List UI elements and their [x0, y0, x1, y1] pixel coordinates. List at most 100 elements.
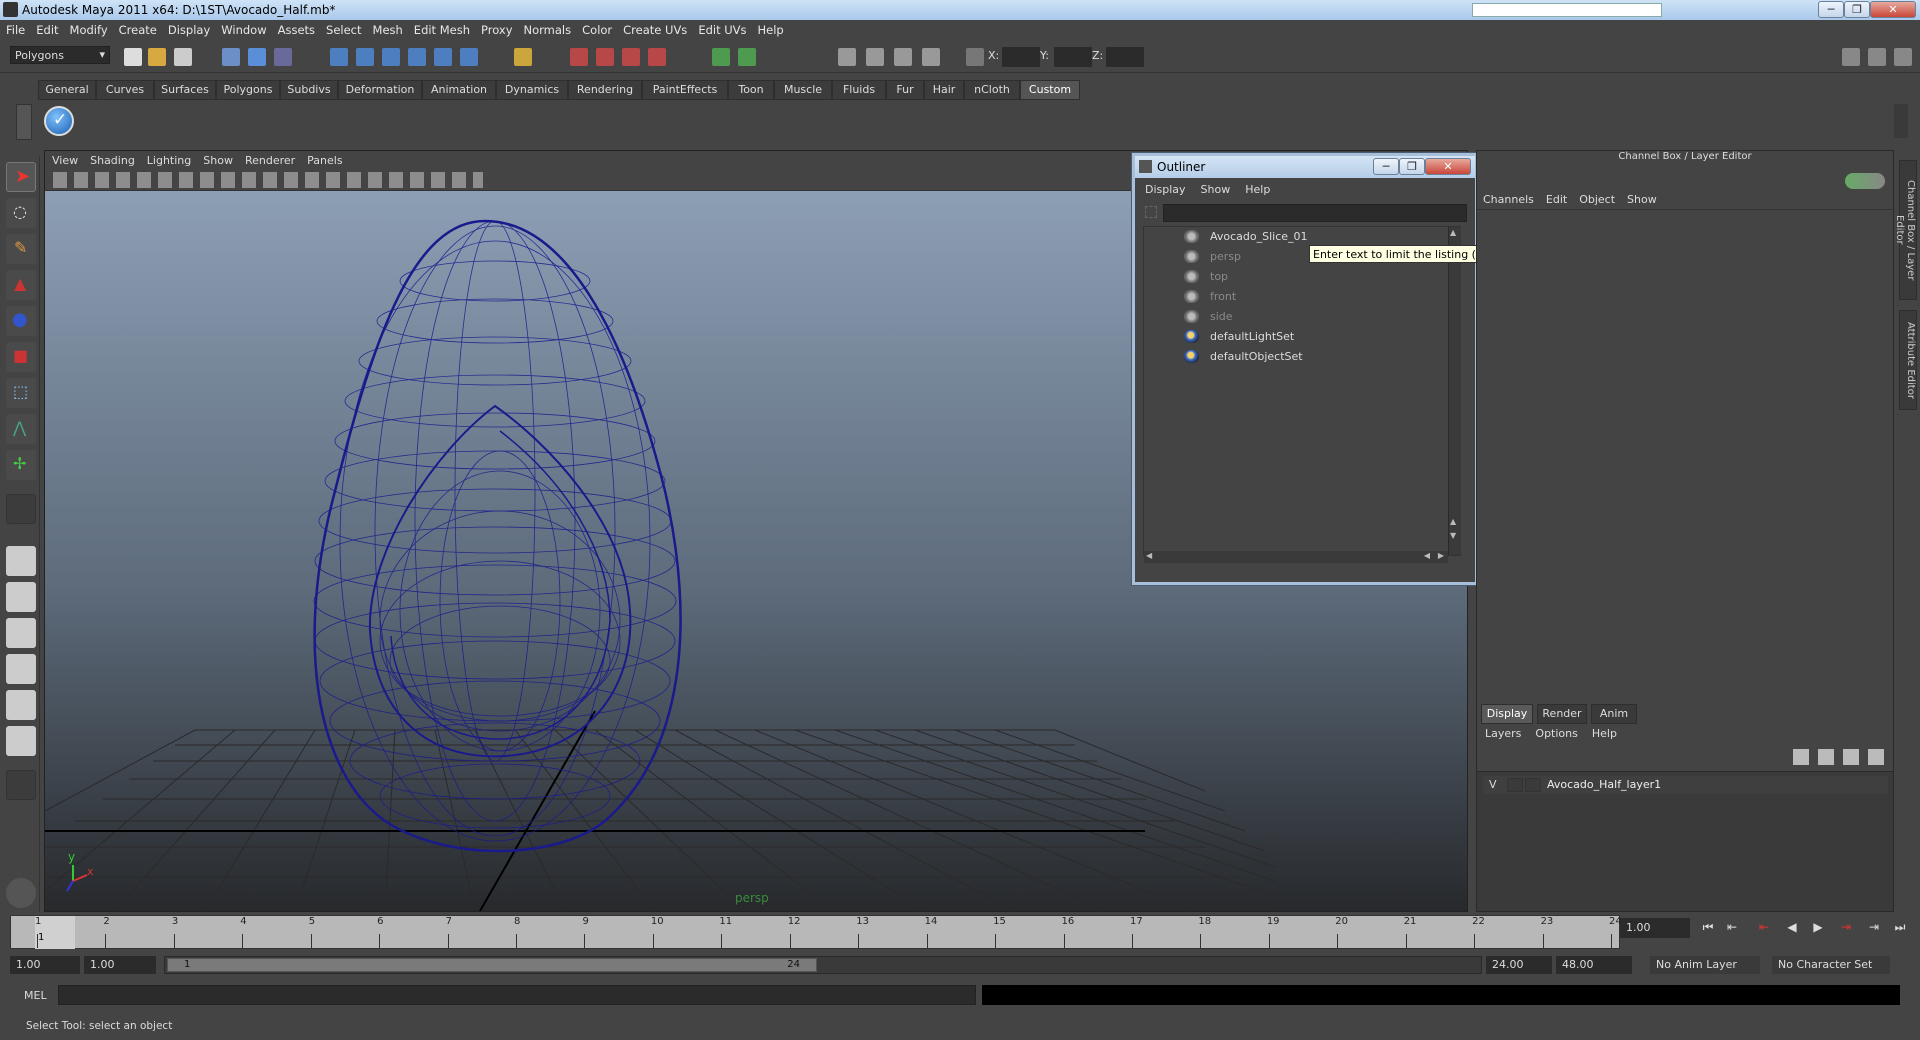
cb-menu-object[interactable]: Object	[1573, 191, 1621, 206]
shelf-tab-fluids[interactable]: Fluids	[832, 80, 886, 100]
cb-menu-show[interactable]: Show	[1621, 191, 1663, 206]
shelf-tab-ncloth[interactable]: nCloth	[964, 80, 1020, 100]
shelf-tab-fur[interactable]: Fur	[886, 80, 924, 100]
menu-file[interactable]: File	[0, 20, 30, 37]
select-object-icon[interactable]	[248, 48, 266, 66]
step-forward-key-icon[interactable]: ⇥	[1836, 920, 1856, 938]
layer-menu-options[interactable]: Options	[1527, 724, 1583, 740]
vp-menu-renderer[interactable]: Renderer	[238, 151, 300, 167]
input-ops-icon[interactable]	[514, 48, 532, 66]
transform-mode-icon[interactable]	[712, 48, 730, 66]
save-scene-icon[interactable]	[174, 48, 192, 66]
menu-mesh[interactable]: Mesh	[367, 20, 408, 37]
check-icon[interactable]	[44, 106, 74, 136]
layer-menu-help[interactable]: Help	[1584, 724, 1623, 740]
snap-surface-icon[interactable]	[434, 48, 452, 66]
ol-menu-display[interactable]: Display	[1135, 180, 1191, 196]
snap-live-icon[interactable]	[460, 48, 478, 66]
layer-color-swatch[interactable]	[1525, 778, 1541, 792]
scroll-down-icon[interactable]: ▼	[1450, 531, 1460, 541]
scale-tool-icon[interactable]: ■	[6, 342, 36, 372]
layer-tool-icons[interactable]	[1793, 749, 1885, 765]
scroll-left-icon[interactable]: ◀	[1424, 551, 1430, 560]
layer-visibility-toggle[interactable]: V	[1489, 778, 1497, 791]
tab-render[interactable]: Render	[1537, 704, 1587, 724]
single-perspective-layout-icon[interactable]	[6, 546, 36, 576]
render-globals-icon[interactable]	[922, 48, 940, 66]
outliner-horizontal-scrollbar[interactable]: ◀ ◀ ▶	[1144, 551, 1448, 563]
go-to-end-icon[interactable]: ⏭	[1890, 920, 1910, 938]
character-set-select[interactable]: No Character Set	[1772, 956, 1890, 974]
layer-type-toggle[interactable]	[1507, 778, 1523, 792]
last-tool-icon[interactable]: ✢	[6, 450, 36, 480]
tab-display[interactable]: Display	[1481, 704, 1533, 724]
menu-edit-mesh[interactable]: Edit Mesh	[408, 20, 475, 37]
shelf-tab-muscle[interactable]: Muscle	[774, 80, 832, 100]
range-slider-handle[interactable]: 1 24	[167, 958, 817, 972]
step-back-frame-icon[interactable]: ⇤	[1722, 920, 1742, 938]
lasso-tool-icon[interactable]: ◌	[6, 198, 36, 228]
outliner-minimize-button[interactable]: ─	[1373, 158, 1399, 175]
range-slider[interactable]: 1 24	[164, 956, 1482, 974]
hypershade-layout-icon[interactable]	[6, 690, 36, 720]
playback-end-field[interactable]: 24.00	[1486, 956, 1552, 974]
menu-create[interactable]: Create	[113, 20, 162, 37]
shelf-tab-dynamics[interactable]: Dynamics	[496, 80, 568, 100]
minimize-button[interactable]: ─	[1818, 1, 1844, 18]
step-forward-frame-icon[interactable]: ⇥	[1864, 920, 1884, 938]
shelf-tab-custom[interactable]: Custom	[1020, 80, 1080, 100]
hypershade-icon[interactable]	[866, 48, 884, 66]
shelf-tab-deformation[interactable]: Deformation	[338, 80, 422, 100]
scroll-up-icon[interactable]: ▲	[1450, 228, 1460, 238]
snap-plane-icon[interactable]	[408, 48, 426, 66]
play-forwards-icon[interactable]: ▶	[1808, 920, 1828, 938]
outliner-close-button[interactable]: ✕	[1425, 158, 1471, 175]
shelf-tab-general[interactable]: General	[38, 80, 96, 100]
cb-menu-edit[interactable]: Edit	[1540, 191, 1573, 206]
outliner-filter-input[interactable]	[1163, 204, 1467, 222]
scroll-left-icon[interactable]: ◀	[1146, 551, 1152, 560]
channel-box-icons[interactable]	[1845, 173, 1885, 189]
outliner-vertical-scrollbar[interactable]: ▲ ▲ ▼	[1448, 227, 1461, 555]
outliner-maximize-button[interactable]: ❐	[1399, 158, 1425, 175]
current-time-field[interactable]: 1.00	[1620, 918, 1690, 938]
shelf-tab-subdivs[interactable]: Subdivs	[280, 80, 338, 100]
vp-menu-show[interactable]: Show	[196, 151, 238, 167]
layer-menu-layers[interactable]: Layers	[1477, 724, 1527, 740]
select-hierarchy-icon[interactable]	[222, 48, 240, 66]
ol-menu-help[interactable]: Help	[1235, 180, 1275, 196]
menu-color[interactable]: Color	[576, 20, 617, 37]
select-tool-icon[interactable]: ➤	[6, 162, 36, 192]
ipr-render-icon[interactable]	[622, 48, 640, 66]
construction-history-icon[interactable]	[570, 48, 588, 66]
layout-more-button[interactable]	[6, 770, 36, 800]
cb-menu-channels[interactable]: Channels	[1477, 191, 1540, 206]
toggle-attribute-editor-icon[interactable]	[1842, 48, 1860, 66]
select-component-icon[interactable]	[274, 48, 292, 66]
anim-layer-select[interactable]: No Anim Layer	[1650, 956, 1760, 974]
render-view-icon[interactable]	[838, 48, 856, 66]
menu-help[interactable]: Help	[752, 20, 789, 37]
ipr-view-icon[interactable]	[894, 48, 912, 66]
shelf-tab-curves[interactable]: Curves	[96, 80, 154, 100]
xform-toggle-icon[interactable]	[738, 48, 756, 66]
toggle-channel-box-icon[interactable]	[1894, 48, 1912, 66]
move-tool-icon[interactable]: ▲	[6, 270, 36, 300]
vp-menu-lighting[interactable]: Lighting	[140, 151, 196, 167]
snap-grid-icon[interactable]	[330, 48, 348, 66]
y-input[interactable]	[1054, 47, 1092, 67]
command-language-toggle[interactable]: MEL	[24, 989, 47, 1002]
time-slider[interactable]: 1 1 2 3 4 5 6 7 8 9 10 11 12 13 14 15 16 17 18 19 20 21 22 23 2…	[10, 915, 1622, 949]
ol-menu-show[interactable]: Show	[1191, 180, 1236, 196]
render-settings-icon[interactable]	[648, 48, 666, 66]
animation-end-field[interactable]: 48.00	[1556, 956, 1632, 974]
snap-curve-icon[interactable]	[356, 48, 374, 66]
vp-menu-panels[interactable]: Panels	[300, 151, 347, 167]
manipulator-tool-icon[interactable]: ⬚	[6, 378, 36, 408]
vp-menu-shading[interactable]: Shading	[83, 151, 140, 167]
toggle-tool-settings-icon[interactable]	[1868, 48, 1886, 66]
layer-row[interactable]: V Avocado_Half_layer1	[1483, 776, 1888, 794]
vp-menu-view[interactable]: View	[45, 151, 83, 167]
scroll-right-icon[interactable]: ▶	[1438, 551, 1444, 560]
shelf-tab-toon[interactable]: Toon	[728, 80, 774, 100]
